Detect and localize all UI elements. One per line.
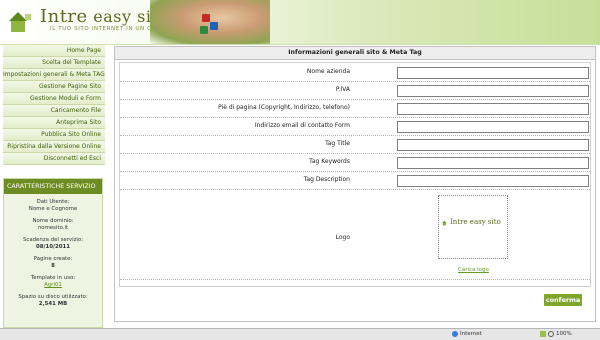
sidebar-item-preview[interactable]: Anteprima Sito bbox=[3, 117, 105, 129]
house-logo-icon bbox=[9, 12, 31, 32]
sidebar-item-upload[interactable]: Caricamento File bbox=[3, 105, 105, 117]
form-row-footer: Piè di pagina (Copyright, Indirizzo, tel… bbox=[120, 99, 590, 118]
expiry-label: Scadenza del servizio: bbox=[22, 237, 84, 243]
pages-label: Pagine create: bbox=[33, 256, 73, 262]
toy-block-green bbox=[200, 26, 208, 34]
settings-panel: Informazioni generali sito & Meta Tag No… bbox=[114, 46, 596, 322]
sidebar-item-logout[interactable]: Disconnetti ed Esci bbox=[3, 153, 105, 165]
form-row-title: Tag Title bbox=[120, 135, 590, 154]
internet-zone-icon bbox=[452, 331, 458, 337]
footer-label: Piè di pagina (Copyright, Indirizzo, tel… bbox=[218, 104, 350, 111]
user-value: Nome e Cognome bbox=[28, 206, 78, 212]
form-row-company: Nome azienda bbox=[120, 63, 590, 82]
sidebar-item-publish[interactable]: Pubblica Sito Online bbox=[3, 129, 105, 141]
sidebar-item-forms[interactable]: Gestione Moduli e Form bbox=[3, 93, 105, 105]
logo-label: Logo bbox=[335, 234, 350, 241]
pages-value: 8 bbox=[51, 263, 55, 269]
toy-block-blue bbox=[210, 22, 218, 30]
contact-email-label: Indirizzo email di contatto Form bbox=[254, 122, 350, 129]
toy-block-red bbox=[202, 14, 210, 22]
footer-input[interactable] bbox=[397, 103, 589, 115]
sidebar-item-home[interactable]: Home Page bbox=[3, 45, 105, 57]
user-info: Dati Utente: Nome e Cognome bbox=[4, 199, 102, 213]
tag-description-label: Tag Description bbox=[303, 176, 350, 183]
service-info-box: CARATTERISTICHE SERVIZIO Dati Utente: No… bbox=[3, 178, 103, 328]
settings-form: Nome azienda P.IVA Piè di pagina (Copyri… bbox=[119, 62, 591, 287]
expiry-info: Scadenza del servizio: 08/10/2011 bbox=[4, 237, 102, 251]
form-row-email: Indirizzo email di contatto Form bbox=[120, 117, 590, 136]
disk-value: 2,541 MB bbox=[38, 301, 68, 307]
tag-description-input[interactable] bbox=[397, 175, 589, 187]
browser-status-bar: Internet 100% bbox=[0, 328, 600, 340]
site-header: Intre easy sito IL TUO SITO INTERNET IN … bbox=[0, 0, 600, 45]
form-row-keywords: Tag Keywords bbox=[120, 153, 590, 172]
expiry-value: 08/10/2011 bbox=[36, 244, 70, 250]
contact-email-input[interactable] bbox=[397, 121, 589, 133]
form-row-vat: P.IVA bbox=[120, 81, 590, 100]
confirm-button[interactable]: conferma bbox=[544, 294, 582, 306]
tag-keywords-input[interactable] bbox=[397, 157, 589, 169]
disk-info: Spazio su disco utilizzato: 2,541 MB bbox=[4, 294, 102, 308]
panel-title: Informazioni generali sito & Meta Tag bbox=[115, 47, 595, 60]
header-photo bbox=[150, 0, 270, 44]
company-name-label: Nome azienda bbox=[306, 68, 350, 75]
template-info: Template in uso: Agri01 bbox=[4, 275, 102, 289]
zoom-level[interactable]: 100% bbox=[556, 331, 572, 337]
user-label: Dati Utente: bbox=[36, 199, 70, 205]
template-link[interactable]: Agri01 bbox=[4, 282, 102, 289]
form-row-description: Tag Description bbox=[120, 171, 590, 190]
vat-label: P.IVA bbox=[335, 86, 350, 93]
tag-title-input[interactable] bbox=[397, 139, 589, 151]
vat-input[interactable] bbox=[397, 85, 589, 97]
domain-value: nomesito.it bbox=[37, 225, 69, 231]
pages-info: Pagine create: 8 bbox=[4, 256, 102, 270]
house-logo-icon bbox=[442, 220, 447, 226]
service-info-title: CARATTERISTICHE SERVIZIO bbox=[4, 179, 102, 194]
protected-mode-icon[interactable] bbox=[540, 331, 546, 337]
logo-preview-text: Intre easy sito bbox=[450, 218, 501, 226]
sidebar-nav: Home Page Scelta del Template Impostazio… bbox=[3, 45, 105, 165]
tag-keywords-label: Tag Keywords bbox=[309, 158, 350, 165]
domain-label: Nome dominio: bbox=[32, 218, 74, 224]
sidebar-item-pages[interactable]: Gestione Pagine Sito bbox=[3, 81, 105, 93]
brand-name-part1: Intre bbox=[40, 6, 88, 27]
zoom-icon[interactable] bbox=[548, 331, 554, 337]
logo-preview: Intre easy sito bbox=[438, 195, 508, 259]
domain-info: Nome dominio: nomesito.it bbox=[4, 218, 102, 232]
sidebar-item-template[interactable]: Scelta del Template bbox=[3, 57, 105, 69]
security-zone: Internet bbox=[460, 331, 482, 337]
disk-label: Spazio su disco utilizzato: bbox=[18, 294, 88, 300]
sidebar-item-restore[interactable]: Ripristina dalla Versione Online bbox=[3, 141, 105, 153]
template-label: Template in uso: bbox=[30, 275, 76, 281]
form-row-logo: Logo Intre easy sito Carica logo bbox=[120, 190, 590, 280]
company-name-input[interactable] bbox=[397, 67, 589, 79]
upload-logo-link[interactable]: Carica logo bbox=[458, 267, 489, 273]
sidebar-item-settings-meta[interactable]: Impostazioni generali & Meta TAG bbox=[3, 69, 105, 81]
tag-title-label: Tag Title bbox=[325, 140, 350, 147]
